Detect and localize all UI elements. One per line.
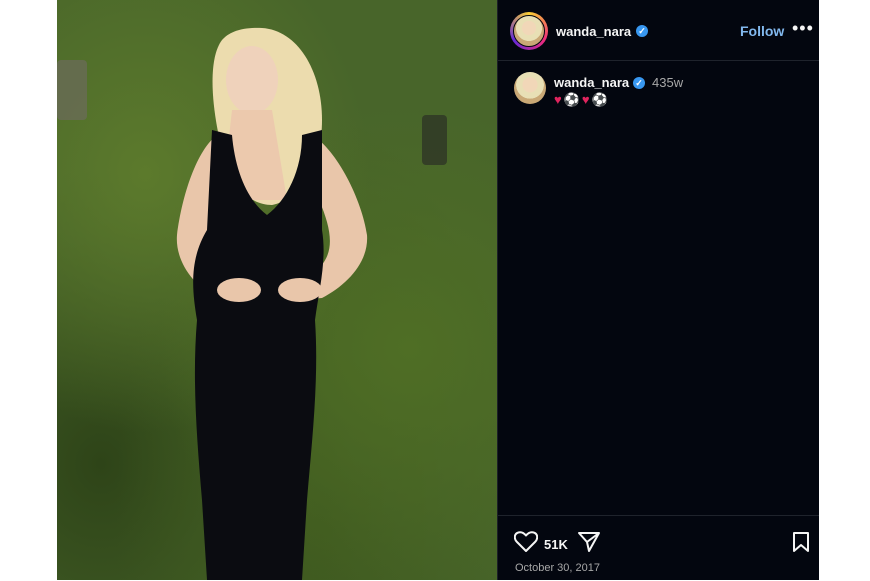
verified-badge-icon: ✓ [633, 77, 645, 89]
post-detail-panel: wanda_nara ✓ Follow ••• wanda_nara ✓ 435… [497, 0, 819, 580]
header-username[interactable]: wanda_nara [556, 24, 631, 39]
soccer-ball-emoji: ⚽ [563, 92, 582, 107]
post-photo[interactable] [57, 0, 497, 580]
post-age: 435w [652, 75, 684, 90]
post-header: wanda_nara ✓ Follow ••• [498, 0, 819, 61]
caption-avatar[interactable] [514, 72, 546, 104]
verified-badge-icon: ✓ [636, 25, 648, 37]
caption-username[interactable]: wanda_nara [554, 75, 629, 90]
woman-figure [176, 27, 368, 580]
send-icon[interactable] [577, 531, 601, 553]
heart-emoji: ♥ [581, 92, 592, 107]
more-options-icon[interactable]: ••• [792, 18, 814, 39]
heart-icon[interactable] [514, 531, 538, 553]
follow-button[interactable]: Follow [740, 23, 784, 39]
profile-avatar[interactable] [510, 12, 548, 50]
like-count[interactable]: 51K [544, 537, 568, 552]
caption-text: ♥⚽♥⚽ [554, 92, 610, 108]
bookmark-icon[interactable] [792, 531, 810, 553]
soccer-ball-emoji: ⚽ [591, 92, 610, 107]
heart-emoji: ♥ [554, 92, 564, 107]
post-date: October 30, 2017 [515, 562, 601, 574]
